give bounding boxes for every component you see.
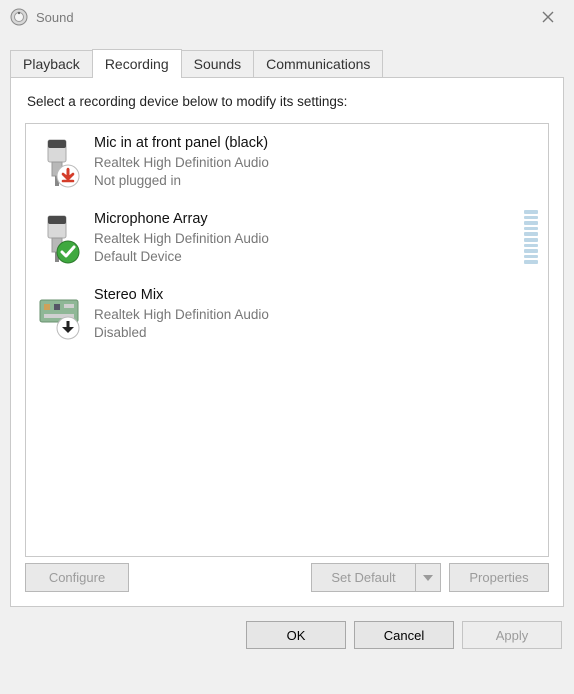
set-default-dropdown[interactable] xyxy=(415,563,441,592)
tab-panel-recording: Select a recording device below to modif… xyxy=(10,77,564,607)
device-row[interactable]: Microphone ArrayRealtek High Definition … xyxy=(26,200,548,276)
device-driver: Realtek High Definition Audio xyxy=(94,306,538,324)
device-status: Disabled xyxy=(94,324,538,342)
device-driver: Realtek High Definition Audio xyxy=(94,230,518,248)
sound-dialog: Sound Playback Recording Sounds Communic… xyxy=(0,0,574,694)
set-default-button[interactable]: Set Default xyxy=(311,563,415,592)
close-button[interactable] xyxy=(528,3,568,31)
tab-sounds[interactable]: Sounds xyxy=(181,50,254,77)
configure-button[interactable]: Configure xyxy=(25,563,129,592)
device-name: Microphone Array xyxy=(94,210,518,230)
apply-button[interactable]: Apply xyxy=(462,621,562,649)
device-row[interactable]: Mic in at front panel (black)Realtek Hig… xyxy=(26,124,548,200)
cancel-button[interactable]: Cancel xyxy=(354,621,454,649)
window-title: Sound xyxy=(36,10,528,25)
ok-button[interactable]: OK xyxy=(246,621,346,649)
device-info: Microphone ArrayRealtek High Definition … xyxy=(94,210,518,266)
device-name: Stereo Mix xyxy=(94,286,538,306)
device-icon xyxy=(34,134,82,188)
device-status: Not plugged in xyxy=(94,172,538,190)
device-status: Default Device xyxy=(94,248,518,266)
properties-button[interactable]: Properties xyxy=(449,563,549,592)
level-meter xyxy=(524,210,538,264)
device-row[interactable]: Stereo MixRealtek High Definition AudioD… xyxy=(26,276,548,352)
device-list[interactable]: Mic in at front panel (black)Realtek Hig… xyxy=(25,123,549,557)
tab-playback[interactable]: Playback xyxy=(10,50,93,77)
panel-button-row: Configure Set Default Properties xyxy=(25,563,549,592)
device-driver: Realtek High Definition Audio xyxy=(94,154,538,172)
tab-communications[interactable]: Communications xyxy=(253,50,383,77)
device-name: Mic in at front panel (black) xyxy=(94,134,538,154)
device-icon xyxy=(34,210,82,264)
dialog-footer: OK Cancel Apply xyxy=(0,607,574,649)
device-icon xyxy=(34,286,82,340)
device-info: Stereo MixRealtek High Definition AudioD… xyxy=(94,286,538,342)
titlebar: Sound xyxy=(0,0,574,34)
device-info: Mic in at front panel (black)Realtek Hig… xyxy=(94,134,538,190)
sound-app-icon xyxy=(10,8,28,26)
panel-instruction: Select a recording device below to modif… xyxy=(27,94,549,109)
tab-strip: Playback Recording Sounds Communications xyxy=(10,48,564,77)
tab-recording[interactable]: Recording xyxy=(92,49,182,78)
